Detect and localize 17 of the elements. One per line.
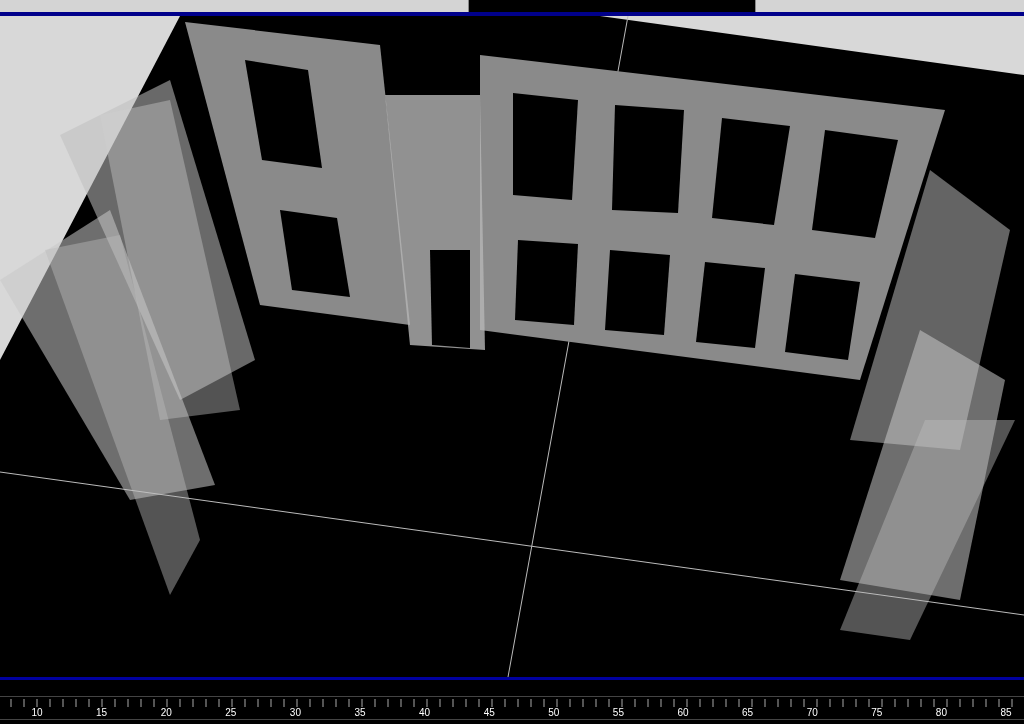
frame-number: 20 <box>160 707 172 719</box>
frame-number: 40 <box>419 707 431 719</box>
frame-number: 50 <box>548 707 560 719</box>
frame-number: 30 <box>289 707 301 719</box>
frame-number: 65 <box>742 707 754 719</box>
frame-number: 35 <box>354 707 366 719</box>
timeline-ruler[interactable]: 10 15 20 25 30 35 40 45 50 55 60 65 70 75 80 85 <box>0 696 1024 720</box>
frame-number: 80 <box>935 707 947 719</box>
frame-number: 10 <box>31 707 43 719</box>
frame-number: 70 <box>806 707 818 719</box>
frame-number: 15 <box>96 707 108 719</box>
frame-number: 25 <box>225 707 237 719</box>
frame-number: 45 <box>483 707 495 719</box>
frame-number: 60 <box>677 707 689 719</box>
frame-number: 75 <box>871 707 883 719</box>
frame-number: 85 <box>1000 707 1012 719</box>
frame-number: 55 <box>612 707 624 719</box>
